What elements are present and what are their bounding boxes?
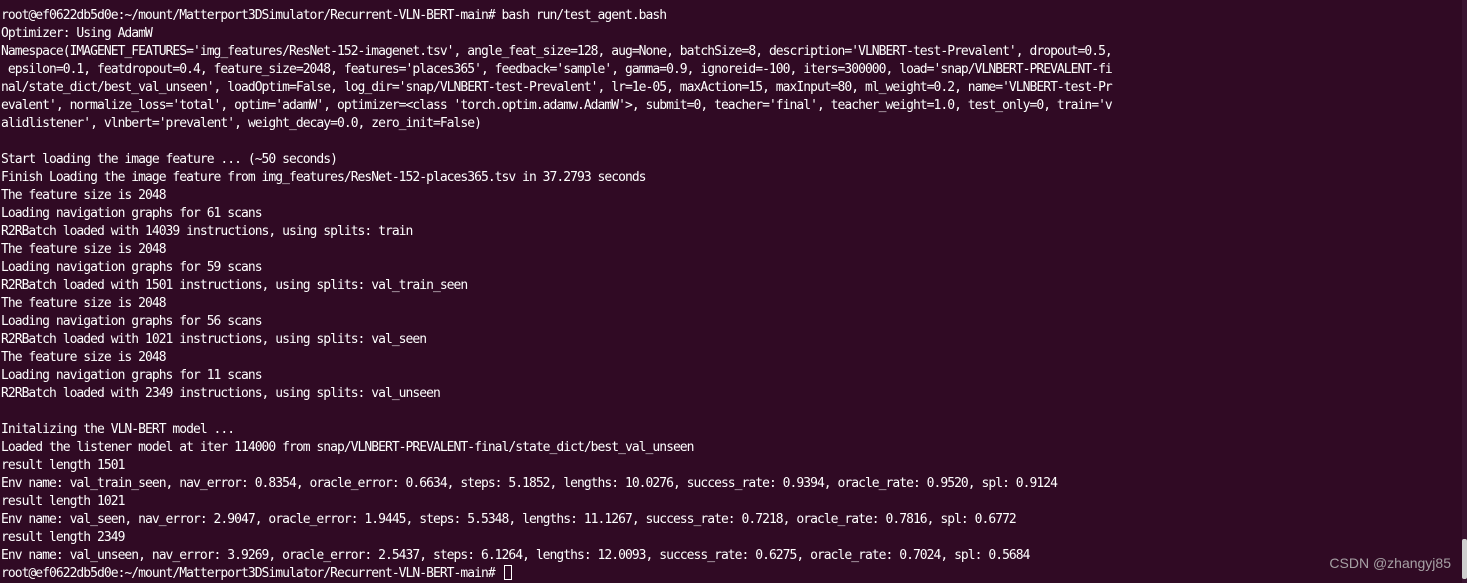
terminal-line: R2RBatch loaded with 1021 instructions, … [1,332,427,347]
terminal-line: Finish Loading the image feature from im… [1,170,647,185]
scrollbar-thumb[interactable] [1462,539,1467,579]
terminal-line: epsilon=0.1, featdropout=0.4, feature_si… [1,62,1113,77]
terminal-line: alidlistener', vlnbert='prevalent', weig… [1,116,482,131]
terminal-line: The feature size is 2048 [1,296,167,311]
prompt-line[interactable]: root@ef0622db5d0e:~/mount/Matterport3DSi… [1,565,1459,583]
terminal-line: evalent', normalize_loss='total', optim=… [1,98,1113,113]
terminal-line: Env name: val_train_seen, nav_error: 0.8… [1,476,1058,491]
terminal-line: root@ef0622db5d0e:~/mount/Matterport3DSi… [1,8,667,23]
scrollbar[interactable] [1462,0,1467,583]
terminal-line: Loading navigation graphs for 61 scans [1,206,263,221]
terminal-line: Env name: val_unseen, nav_error: 3.9269,… [1,548,1030,563]
terminal-line: Env name: val_seen, nav_error: 2.9047, o… [1,512,1017,527]
terminal-line: Optimizer: Using AdamW [1,26,153,41]
terminal-line: R2RBatch loaded with 14039 instructions,… [1,224,413,239]
terminal-line: The feature size is 2048 [1,188,167,203]
text-cursor [503,565,512,580]
terminal-line: The feature size is 2048 [1,242,167,257]
watermark: CSDN @zhangyj85 [1329,555,1451,571]
terminal-line: Loaded the listener model at iter 114000… [1,440,695,455]
terminal-line: result length 1501 [1,458,125,473]
terminal-line: Start loading the image feature ... (~50… [1,152,338,167]
terminal-line: Loading navigation graphs for 59 scans [1,260,263,275]
terminal-line: result length 2349 [1,530,125,545]
shell-prompt: root@ef0622db5d0e:~/mount/Matterport3DSi… [1,566,502,581]
terminal-line: Namespace(IMAGENET_FEATURES='img_feature… [1,44,1113,59]
terminal-line: R2RBatch loaded with 1501 instructions, … [1,278,468,293]
terminal-line: Loading navigation graphs for 56 scans [1,314,263,329]
terminal-line: The feature size is 2048 [1,350,167,365]
terminal-line: result length 1021 [1,494,125,509]
terminal-line: R2RBatch loaded with 2349 instructions, … [1,386,441,401]
terminal-output[interactable]: root@ef0622db5d0e:~/mount/Matterport3DSi… [1,7,1459,583]
terminal-line: Loading navigation graphs for 11 scans [1,368,263,383]
terminal-line: nal/state_dict/best_val_unseen', loadOpt… [1,80,1113,95]
terminal-line: Initalizing the VLN-BERT model ... [1,422,235,437]
